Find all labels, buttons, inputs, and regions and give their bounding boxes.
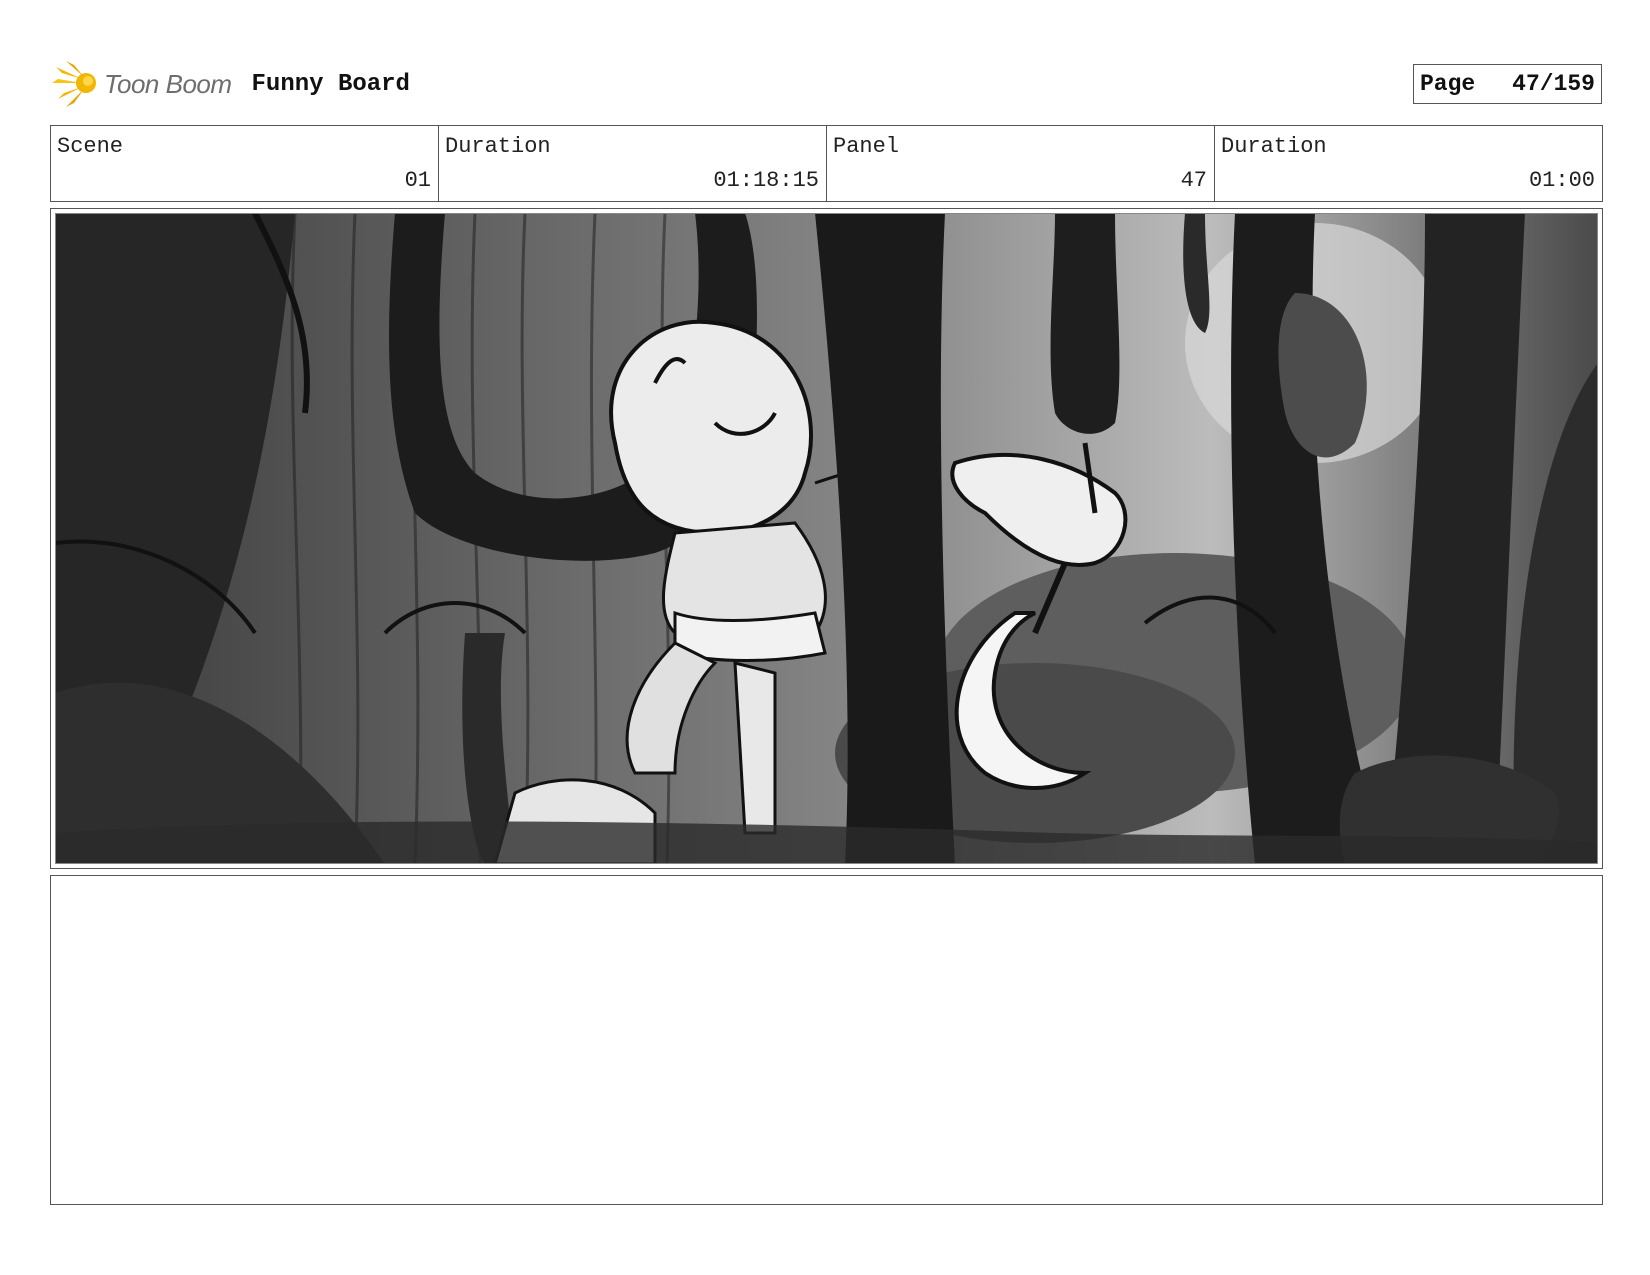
panel-label: Panel	[833, 134, 900, 159]
toon-boom-logo: Toon Boom	[52, 59, 232, 109]
starburst-logo-icon	[52, 61, 96, 107]
page-label: Page	[1420, 71, 1476, 97]
panel-duration-label: Duration	[1221, 134, 1327, 159]
storyboard-panel-frame	[50, 208, 1603, 869]
logo-text: Toon Boom	[104, 68, 232, 99]
board-title: Funny Board	[251, 70, 410, 98]
jungle-sketch-drawing	[55, 213, 1598, 864]
panel-cell: Panel 47	[827, 126, 1215, 201]
panel-duration-value: 01:00	[1528, 168, 1595, 193]
scene-cell: Scene 01	[51, 126, 439, 201]
scene-duration-cell: Duration 01:18:15	[439, 126, 827, 201]
scene-label: Scene	[57, 134, 124, 159]
scene-duration-value: 01:18:15	[713, 168, 819, 193]
page-indicator: Page 47/159	[1413, 64, 1602, 104]
panel-notes-box	[50, 875, 1603, 1205]
page-value: 47/159	[1512, 71, 1595, 97]
panel-value: 47	[1180, 168, 1207, 193]
board-header: Toon Boom Funny Board	[52, 56, 410, 112]
panel-info-row: Scene 01 Duration 01:18:15 Panel 47 Dura…	[50, 125, 1603, 202]
panel-duration-cell: Duration 01:00	[1215, 126, 1602, 201]
storyboard-panel-image	[55, 213, 1598, 864]
scene-value: 01	[404, 168, 431, 193]
scene-duration-label: Duration	[445, 134, 551, 159]
